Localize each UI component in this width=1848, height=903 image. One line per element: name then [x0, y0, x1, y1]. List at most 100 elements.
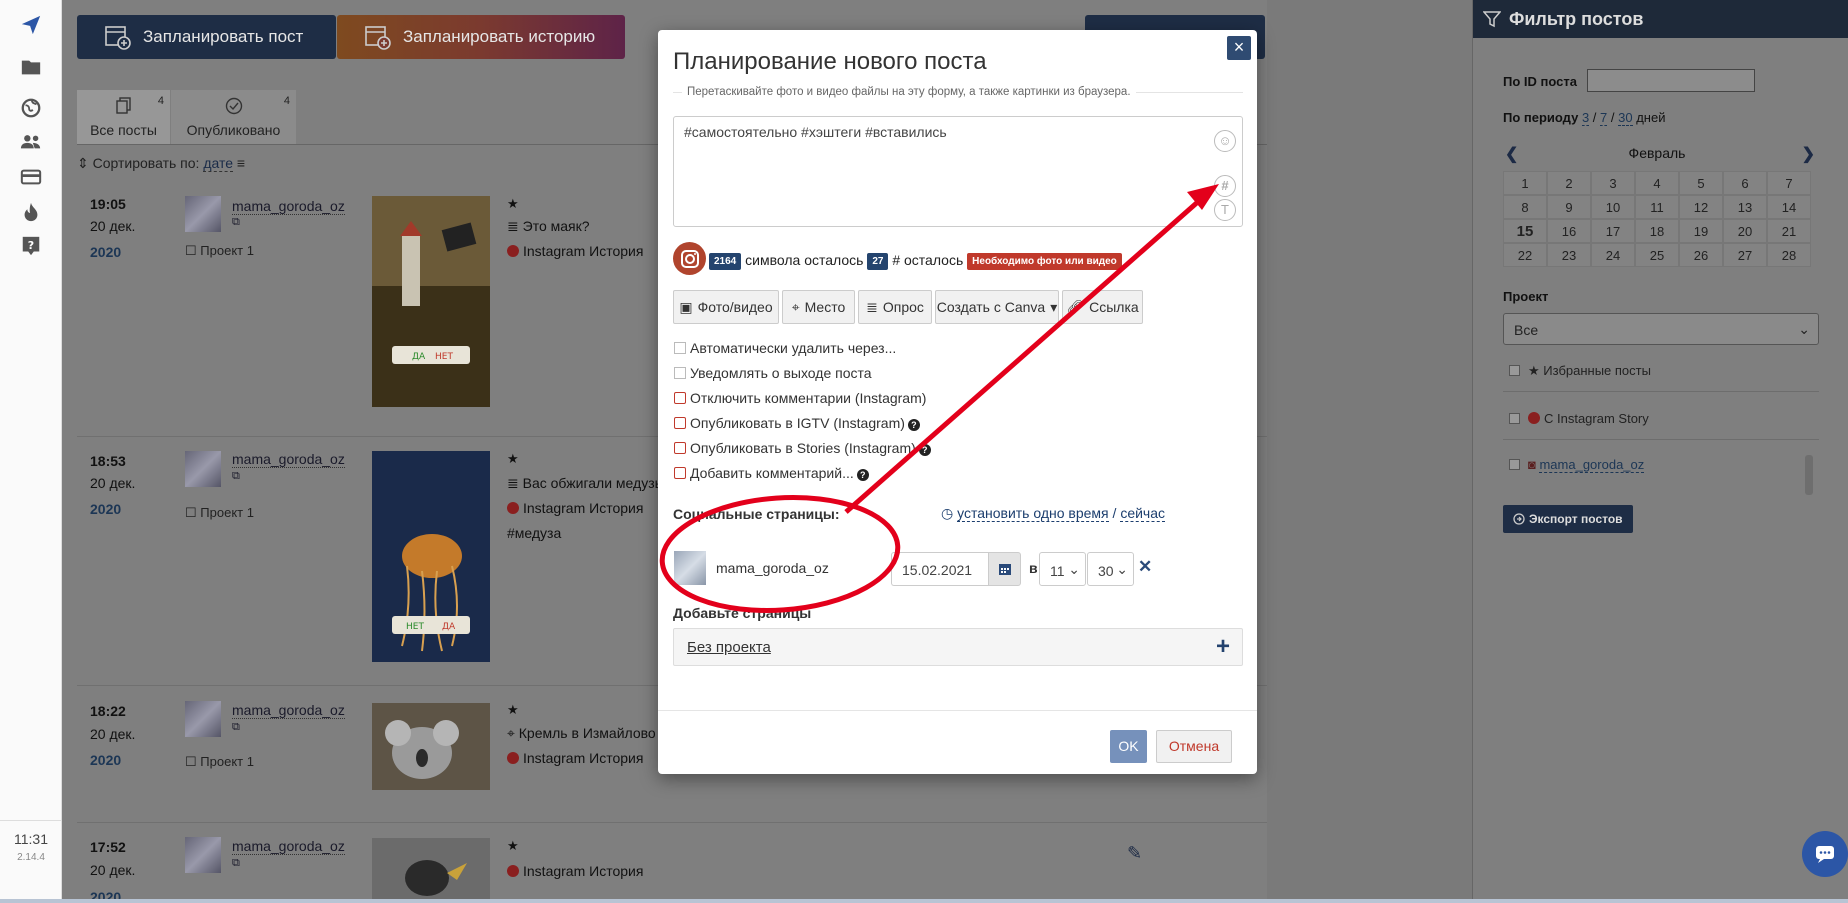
question-icon[interactable]: ?	[856, 469, 869, 481]
favorite-star[interactable]: ★	[507, 702, 519, 718]
calendar-day[interactable]: 28	[1767, 243, 1811, 267]
help-icon[interactable]: ?	[0, 229, 62, 263]
calendar-day[interactable]: 9	[1547, 195, 1591, 219]
calendar-day[interactable]: 27	[1723, 243, 1767, 267]
calendar-day[interactable]: 20	[1723, 219, 1767, 243]
checkbox[interactable]	[674, 392, 686, 404]
calendar-day[interactable]: 8	[1503, 195, 1547, 219]
checkbox[interactable]	[674, 367, 686, 379]
calendar-day[interactable]: 3	[1591, 171, 1635, 195]
credit-card-icon[interactable]	[0, 160, 62, 194]
checkbox[interactable]	[1509, 365, 1520, 376]
post-thumbnail[interactable]: НЕТ ДА	[372, 451, 490, 662]
tab-published[interactable]: 4 Опубликовано	[171, 90, 296, 144]
date-input[interactable]: 15.02.2021	[891, 552, 988, 586]
calendar-day[interactable]: 7	[1767, 171, 1811, 195]
calendar-day[interactable]: 1	[1503, 171, 1547, 195]
checkbox[interactable]	[1509, 459, 1520, 470]
period-7-link[interactable]: 7	[1600, 110, 1608, 126]
calendar-day[interactable]: 22	[1503, 243, 1547, 267]
project-checkbox[interactable]: ☐	[185, 505, 197, 520]
calendar-day[interactable]: 6	[1723, 171, 1767, 195]
instagram-icon[interactable]	[673, 242, 706, 275]
calendar-day[interactable]: 14	[1767, 195, 1811, 219]
post-thumbnail[interactable]	[372, 838, 490, 903]
hashtag-icon[interactable]: #	[1214, 175, 1236, 197]
sort-value[interactable]: дате	[203, 155, 234, 172]
favorite-star[interactable]: ★	[507, 196, 519, 212]
edit-icon[interactable]: ✎	[1127, 843, 1142, 864]
sort-direction-icon[interactable]: ≡	[237, 155, 245, 171]
checkbox[interactable]	[674, 442, 686, 454]
send-icon[interactable]	[0, 8, 62, 42]
checkbox[interactable]	[1509, 413, 1520, 424]
fav-posts-check[interactable]: ★ Избранные посты	[1509, 363, 1651, 379]
no-project-label[interactable]: Без проекта	[687, 639, 771, 656]
account-check[interactable]: ◙ mama_goroda_oz	[1509, 457, 1645, 473]
schedule-post-button[interactable]: Запланировать пост	[77, 15, 336, 59]
project-select[interactable]: Все ⌄	[1503, 313, 1819, 345]
calendar-day[interactable]: 4	[1635, 171, 1679, 195]
place-button[interactable]: ⌖ Место	[782, 290, 855, 324]
calendar-day[interactable]: 21	[1767, 219, 1811, 243]
calendar-day[interactable]: 5	[1679, 171, 1723, 195]
users-icon[interactable]	[0, 125, 62, 159]
external-link-icon[interactable]: ⧉	[232, 721, 240, 734]
link-button[interactable]: 🔗︎ Ссылка	[1062, 290, 1143, 324]
favorite-star[interactable]: ★	[507, 838, 519, 854]
project-checkbox[interactable]: ☐	[185, 243, 197, 258]
checkbox[interactable]	[674, 467, 686, 479]
external-link-icon[interactable]: ⧉	[232, 216, 240, 229]
hour-select[interactable]: 11 ⌄	[1039, 552, 1086, 586]
checkbox[interactable]	[674, 342, 686, 354]
plus-icon[interactable]: +	[1216, 633, 1230, 661]
calendar-day[interactable]: 26	[1679, 243, 1723, 267]
fire-icon[interactable]	[0, 195, 62, 229]
chevron-left-icon[interactable]: ❮	[1505, 144, 1518, 164]
text-format-icon[interactable]: T	[1214, 199, 1236, 221]
checkbox[interactable]	[674, 417, 686, 429]
project-accordion[interactable]: Без проекта +	[673, 628, 1243, 666]
account-label[interactable]: mama_goroda_oz	[1539, 457, 1645, 473]
notify-check[interactable]: Уведомлять о выходе поста	[674, 365, 872, 381]
add-comment-check[interactable]: Добавить комментарий...?	[674, 465, 869, 481]
calendar-button[interactable]	[988, 552, 1021, 586]
calendar-day[interactable]: 19	[1679, 219, 1723, 243]
calendar-day[interactable]: 13	[1723, 195, 1767, 219]
post-account-link[interactable]: mama_goroda_oz	[232, 451, 345, 468]
post-account-link[interactable]: mama_goroda_oz	[232, 702, 345, 719]
calendar-day[interactable]: 23	[1547, 243, 1591, 267]
calendar-day[interactable]: 2	[1547, 171, 1591, 195]
period-3-link[interactable]: 3	[1581, 110, 1590, 126]
media-button[interactable]: ▣ Фото/видео	[673, 290, 779, 324]
scrollbar[interactable]	[1805, 455, 1813, 495]
calendar-day[interactable]: 25	[1635, 243, 1679, 267]
post-thumbnail[interactable]	[372, 703, 490, 790]
post-thumbnail[interactable]: ДА НЕТ	[372, 196, 490, 407]
post-account-link[interactable]: mama_goroda_oz	[232, 198, 345, 215]
schedule-story-button[interactable]: Запланировать историю	[337, 15, 625, 59]
project-checkbox[interactable]: ☐	[185, 754, 197, 769]
now-link[interactable]: сейчас	[1120, 505, 1165, 522]
igtv-check[interactable]: Опубликовать в IGTV (Instagram)?	[674, 415, 920, 431]
poll-button[interactable]: ≣ Опрос	[858, 290, 932, 324]
disable-comments-check[interactable]: Отключить комментарии (Instagram)	[674, 390, 926, 406]
external-link-icon[interactable]: ⧉	[232, 470, 240, 483]
favorite-star[interactable]: ★	[507, 451, 519, 467]
calendar-day[interactable]: 18	[1635, 219, 1679, 243]
calendar-day[interactable]: 11	[1635, 195, 1679, 219]
auto-delete-check[interactable]: Автоматически удалить через...	[674, 340, 896, 356]
external-link-icon[interactable]: ⧉	[232, 857, 240, 870]
remove-account-icon[interactable]: ✕	[1138, 557, 1152, 577]
canva-button[interactable]: Создать с Canva ▾	[935, 290, 1059, 324]
period-30-link[interactable]: 30	[1618, 110, 1633, 126]
set-one-time-link[interactable]: установить одно время	[957, 505, 1109, 522]
folder-icon[interactable]	[0, 50, 62, 84]
chat-button[interactable]	[1802, 831, 1848, 877]
post-account-link[interactable]: mama_goroda_oz	[232, 838, 345, 855]
calendar-day[interactable]: 16	[1547, 219, 1591, 243]
question-icon[interactable]: ?	[907, 419, 920, 431]
calendar-day[interactable]: 10	[1591, 195, 1635, 219]
export-posts-button[interactable]: Экспорт постов	[1503, 505, 1633, 533]
calendar-day[interactable]: 24	[1591, 243, 1635, 267]
